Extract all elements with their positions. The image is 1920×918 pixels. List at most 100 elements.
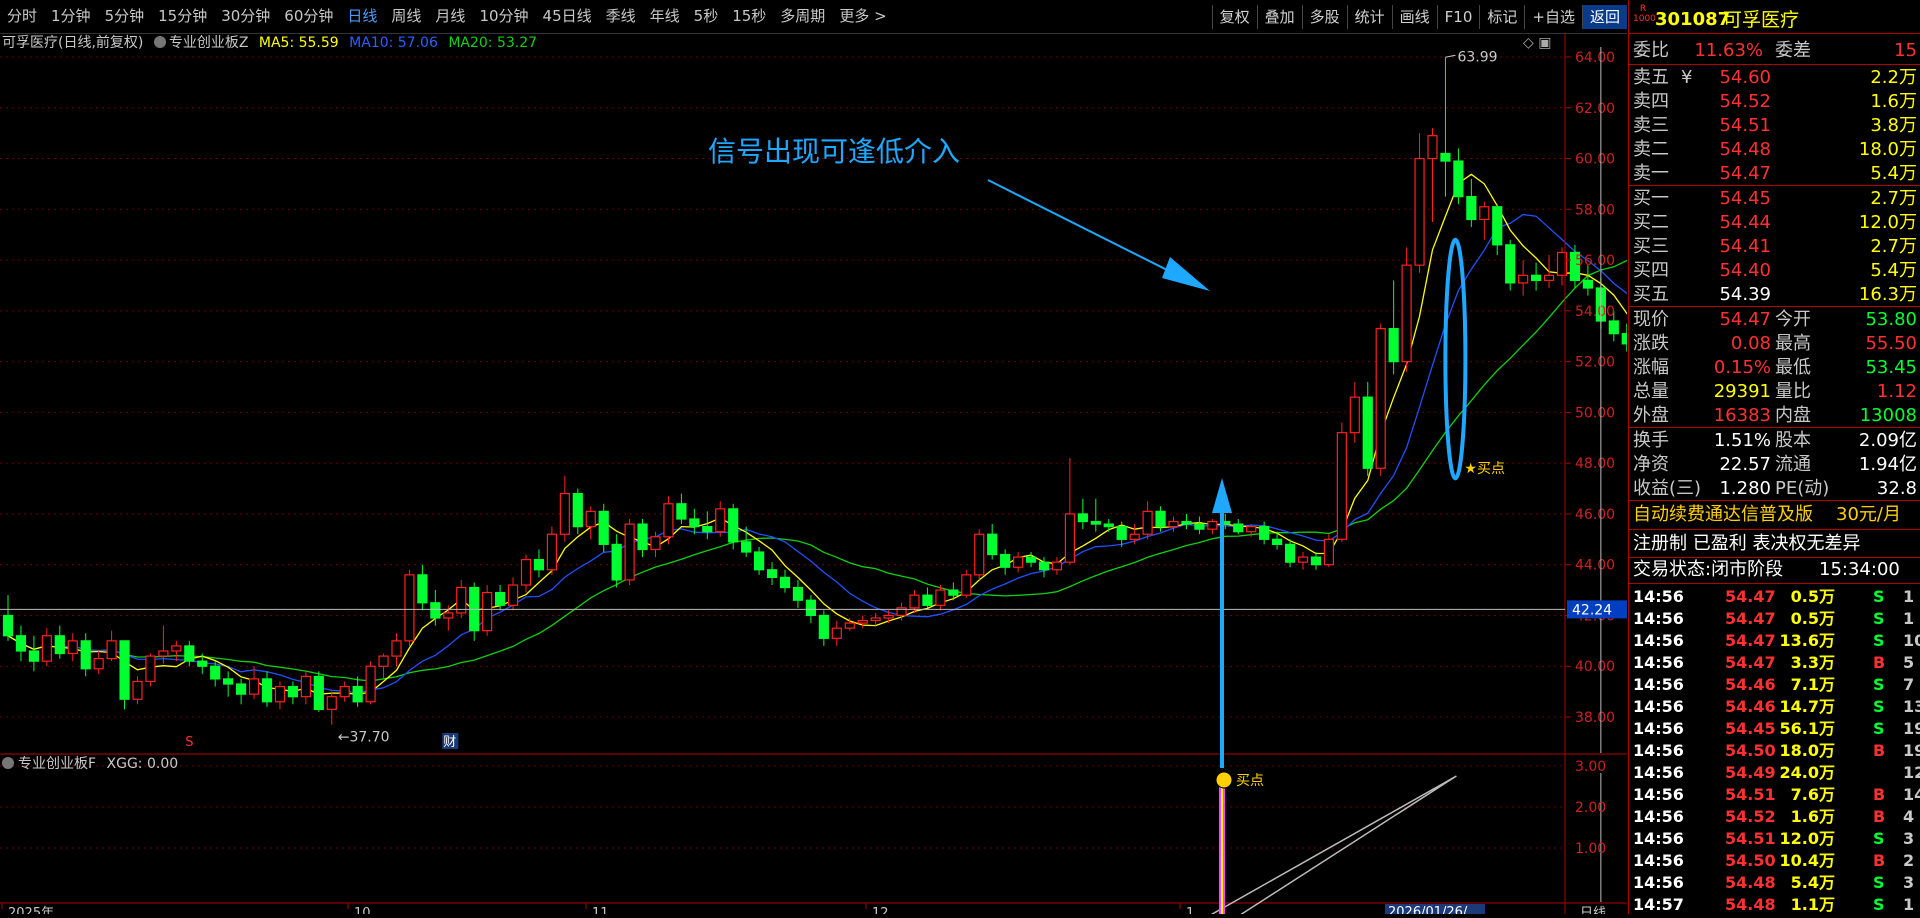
candle-up bbox=[339, 685, 350, 698]
y-tick-label: 56.00 bbox=[1575, 253, 1615, 269]
tick-time: 14:56 bbox=[1633, 609, 1684, 628]
candle-up bbox=[1129, 533, 1140, 540]
tick-price: 54.46 bbox=[1725, 697, 1776, 716]
toolbar-button[interactable]: +自选 bbox=[1524, 4, 1582, 29]
stock-code: 301087 bbox=[1655, 9, 1731, 30]
candle-down bbox=[818, 614, 829, 639]
bid-label: 买二 bbox=[1633, 212, 1669, 233]
tick-side: S bbox=[1873, 829, 1885, 848]
candle-down bbox=[741, 541, 752, 553]
period-tab[interactable]: 60分钟 bbox=[277, 0, 340, 33]
candle-down bbox=[792, 586, 804, 601]
tick-row: 14:56 54.48 5.4万 S 3 bbox=[1629, 872, 1920, 894]
candle-up bbox=[93, 658, 104, 670]
tick-count: 19 bbox=[1903, 741, 1920, 760]
period-tab[interactable]: 30分钟 bbox=[214, 0, 277, 33]
tick-volume: 0.5万 bbox=[1790, 609, 1835, 628]
candle-up bbox=[870, 617, 881, 622]
sub-buy-icon bbox=[1215, 771, 1233, 789]
y-tick-label: 60.00 bbox=[1575, 152, 1615, 168]
bid-row: 买五 54.39 16.3万 bbox=[1629, 283, 1920, 307]
candle-down bbox=[1582, 279, 1594, 289]
toolbar-button[interactable]: 复权 bbox=[1211, 4, 1257, 29]
toolbar-button[interactable]: 多股 bbox=[1301, 4, 1347, 29]
period-tab[interactable]: 更多 > bbox=[832, 0, 893, 33]
tick-time: 14:57 bbox=[1633, 895, 1684, 914]
ask-price: 54.47 bbox=[1719, 163, 1771, 184]
period-tab[interactable]: 15分钟 bbox=[151, 0, 214, 33]
candle-down bbox=[352, 685, 363, 703]
period-tab[interactable]: 分时 bbox=[0, 0, 44, 33]
sub-indicator-toggle-icon[interactable] bbox=[2, 757, 14, 769]
period-tab[interactable]: 多周期 bbox=[773, 0, 832, 33]
tick-row: 14:56 54.46 7.1万 S 7 bbox=[1629, 674, 1920, 696]
toolbar-button[interactable]: 叠加 bbox=[1256, 4, 1302, 29]
stat-value: 1.12 bbox=[1876, 381, 1917, 402]
period-tab[interactable]: 45日线 bbox=[536, 0, 599, 33]
period-tab[interactable]: 月线 bbox=[428, 0, 472, 33]
weibi-label: 委比 bbox=[1633, 40, 1669, 61]
toolbar-button[interactable]: 返回 bbox=[1581, 4, 1627, 29]
tick-count: 13 bbox=[1903, 697, 1920, 716]
ask-volume: 1.6万 bbox=[1870, 91, 1917, 112]
kline-chart-svg[interactable]: 64.00 62.00 60.00 58.00 56.00 54.00 52.00 50.00… bbox=[0, 33, 1710, 918]
tick-count: 1 bbox=[1903, 895, 1915, 914]
stat-value: 0.15% bbox=[1713, 357, 1771, 378]
toolbar-button[interactable]: F10 bbox=[1436, 4, 1480, 29]
tick-price: 54.47 bbox=[1725, 653, 1776, 672]
candle-up bbox=[404, 574, 415, 642]
candle-down bbox=[637, 523, 648, 551]
xgg-label: XGG: 0.00 bbox=[106, 756, 179, 772]
promo-row[interactable]: 自动续费通达信普及版 30元/月 bbox=[1629, 503, 1920, 527]
tick-price: 54.47 bbox=[1725, 631, 1776, 650]
stat-value: 53.45 bbox=[1865, 357, 1917, 378]
tick-price: 54.46 bbox=[1725, 675, 1776, 694]
toolbar-button[interactable]: 画线 bbox=[1391, 4, 1437, 29]
tick-volume: 1.6万 bbox=[1790, 807, 1835, 826]
toolbar-button[interactable]: 标记 bbox=[1479, 4, 1524, 29]
period-tab[interactable]: 5秒 bbox=[687, 0, 726, 33]
ask-row: 卖三 54.51 3.8万 bbox=[1629, 114, 1920, 138]
candle-up bbox=[300, 675, 311, 698]
bid-price: 54.40 bbox=[1719, 260, 1771, 281]
tick-volume: 24.0万 bbox=[1779, 763, 1835, 782]
candle-down bbox=[598, 510, 609, 545]
period-tab[interactable]: 5分钟 bbox=[98, 0, 152, 33]
period-tab[interactable]: 周线 bbox=[384, 0, 428, 33]
tick-volume: 12.0万 bbox=[1779, 829, 1835, 848]
trade-status-row: 交易状态:闭市阶段 15:34:00 bbox=[1629, 558, 1920, 582]
period-tab[interactable]: 年线 bbox=[643, 0, 687, 33]
x-tick-label: 2025年 bbox=[8, 906, 54, 914]
chart-settings-icons[interactable]: ◇ ▣ bbox=[1523, 35, 1551, 51]
candle-down bbox=[1453, 160, 1464, 198]
ask-label: 卖三 bbox=[1633, 115, 1669, 136]
tick-volume: 7.1万 bbox=[1790, 675, 1835, 694]
tick-time: 14:56 bbox=[1633, 829, 1684, 848]
indicator-toggle-icon[interactable] bbox=[153, 36, 166, 48]
period-tab[interactable]: 季线 bbox=[599, 0, 643, 33]
candle-up bbox=[106, 640, 117, 660]
kline-chart-area[interactable]: 64.00 62.00 60.00 58.00 56.00 54.00 52.00 50.00… bbox=[0, 33, 1710, 918]
candle-up bbox=[546, 533, 558, 571]
candle-down bbox=[1038, 561, 1050, 571]
toolbar-button[interactable]: 统计 bbox=[1346, 4, 1392, 29]
chart-legend: 可孚医疗(日线,前复权) 专业创业板Z MA5: 55.59 MA10: 57.… bbox=[2, 33, 537, 53]
reg-text: 注册制 已盈利 表决权无差异 bbox=[1633, 533, 1861, 554]
sub-indicator-name[interactable]: 专业创业板F bbox=[18, 756, 96, 772]
candle-up bbox=[624, 523, 635, 581]
candle-down bbox=[1194, 523, 1205, 530]
period-tab[interactable]: 日线 bbox=[340, 0, 384, 33]
period-tab[interactable]: 15秒 bbox=[725, 0, 773, 33]
candle-down bbox=[15, 635, 27, 652]
period-tab[interactable]: 1分钟 bbox=[44, 0, 98, 33]
ma10-label: MA10: 57.06 bbox=[349, 35, 438, 51]
fund-label: 收益(三) bbox=[1633, 478, 1702, 499]
tick-side: S bbox=[1873, 609, 1885, 628]
period-tab[interactable]: 10分钟 bbox=[472, 0, 535, 33]
candle-down bbox=[922, 594, 933, 606]
candle-down bbox=[223, 678, 234, 685]
tick-count: 14 bbox=[1903, 785, 1920, 804]
stat-value: 54.47 bbox=[1719, 309, 1771, 330]
candle-down bbox=[54, 635, 65, 655]
indicator-name[interactable]: 专业创业板Z bbox=[169, 35, 249, 51]
